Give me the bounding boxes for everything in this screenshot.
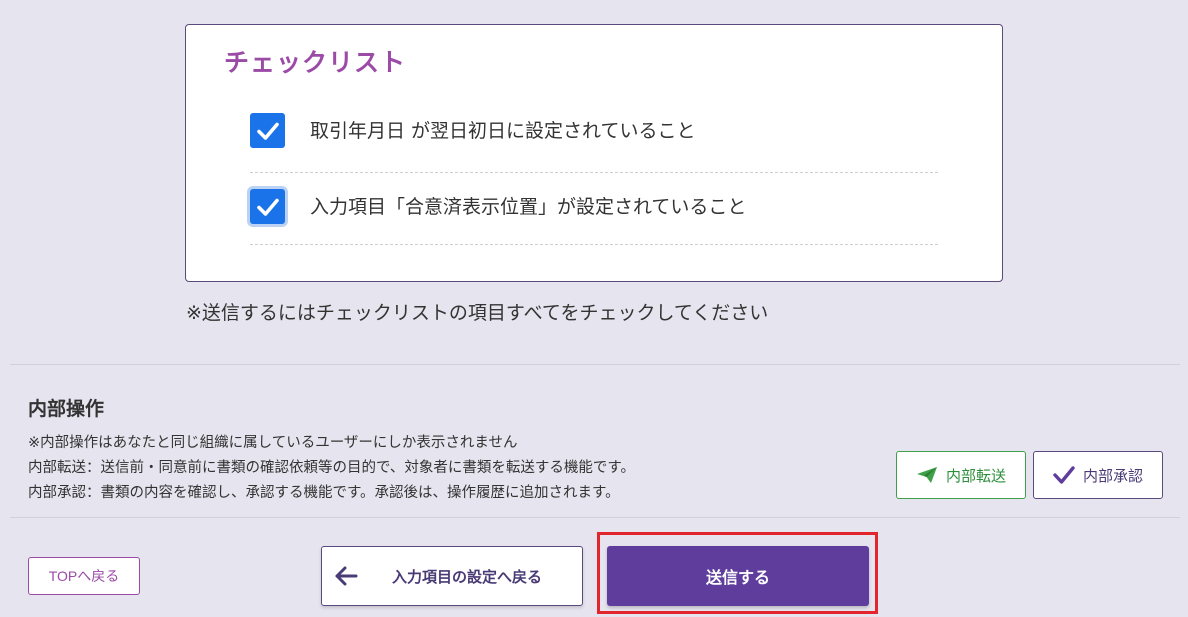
top-back-button[interactable]: TOPへ戻る	[28, 557, 140, 595]
internal-description-line: 内部転送：送信前・同意前に書類の確認依頼等の目的で、対象者に書類を転送する機能で…	[28, 460, 635, 476]
checkmark-icon	[256, 198, 279, 216]
internal-forward-label: 内部転送	[945, 467, 1006, 485]
checkmark-icon	[256, 122, 279, 140]
internal-description-line: 内部承認：書類の内容を確認し、承認する機能です。承認後は、操作履歴に追加されます…	[28, 485, 620, 501]
checklist-item-label[interactable]: 取引年月日 が翌日初日に設定されていること	[310, 116, 695, 143]
checklist-card: チェックリスト 取引年月日 が翌日初日に設定されていること 入力項目「合意済表示…	[185, 24, 1003, 282]
internal-description-line: ※内部操作はあなたと同じ組織に属しているユーザーにしか表示されません	[28, 435, 518, 451]
checklist-item: 入力項目「合意済表示位置」が設定されていること	[250, 173, 938, 245]
checkmark-icon	[1053, 466, 1075, 484]
divider	[10, 517, 1180, 518]
checklist-item: 取引年月日 が翌日初日に設定されていること	[250, 95, 938, 173]
back-to-settings-label: 入力項目の設定へ戻る	[391, 568, 542, 586]
internal-operations-title: 内部操作	[28, 398, 105, 420]
back-to-settings-button[interactable]: 入力項目の設定へ戻る	[321, 546, 583, 606]
arrow-left-icon	[334, 565, 358, 587]
checklist-note: ※送信するにはチェックリストの項目すべてをチェックしてください	[186, 302, 769, 324]
send-button[interactable]: 送信する	[607, 546, 869, 606]
checkbox[interactable]	[250, 113, 285, 148]
internal-forward-button[interactable]: 内部転送	[896, 451, 1026, 499]
checklist-title: チェックリスト	[224, 48, 407, 77]
internal-approve-button[interactable]: 内部承認	[1033, 451, 1163, 499]
internal-approve-label: 内部承認	[1082, 467, 1143, 485]
checkbox[interactable]	[250, 189, 285, 224]
divider	[10, 364, 1180, 365]
checklist-item-label[interactable]: 入力項目「合意済表示位置」が設定されていること	[310, 192, 746, 219]
paper-plane-icon	[916, 466, 938, 484]
